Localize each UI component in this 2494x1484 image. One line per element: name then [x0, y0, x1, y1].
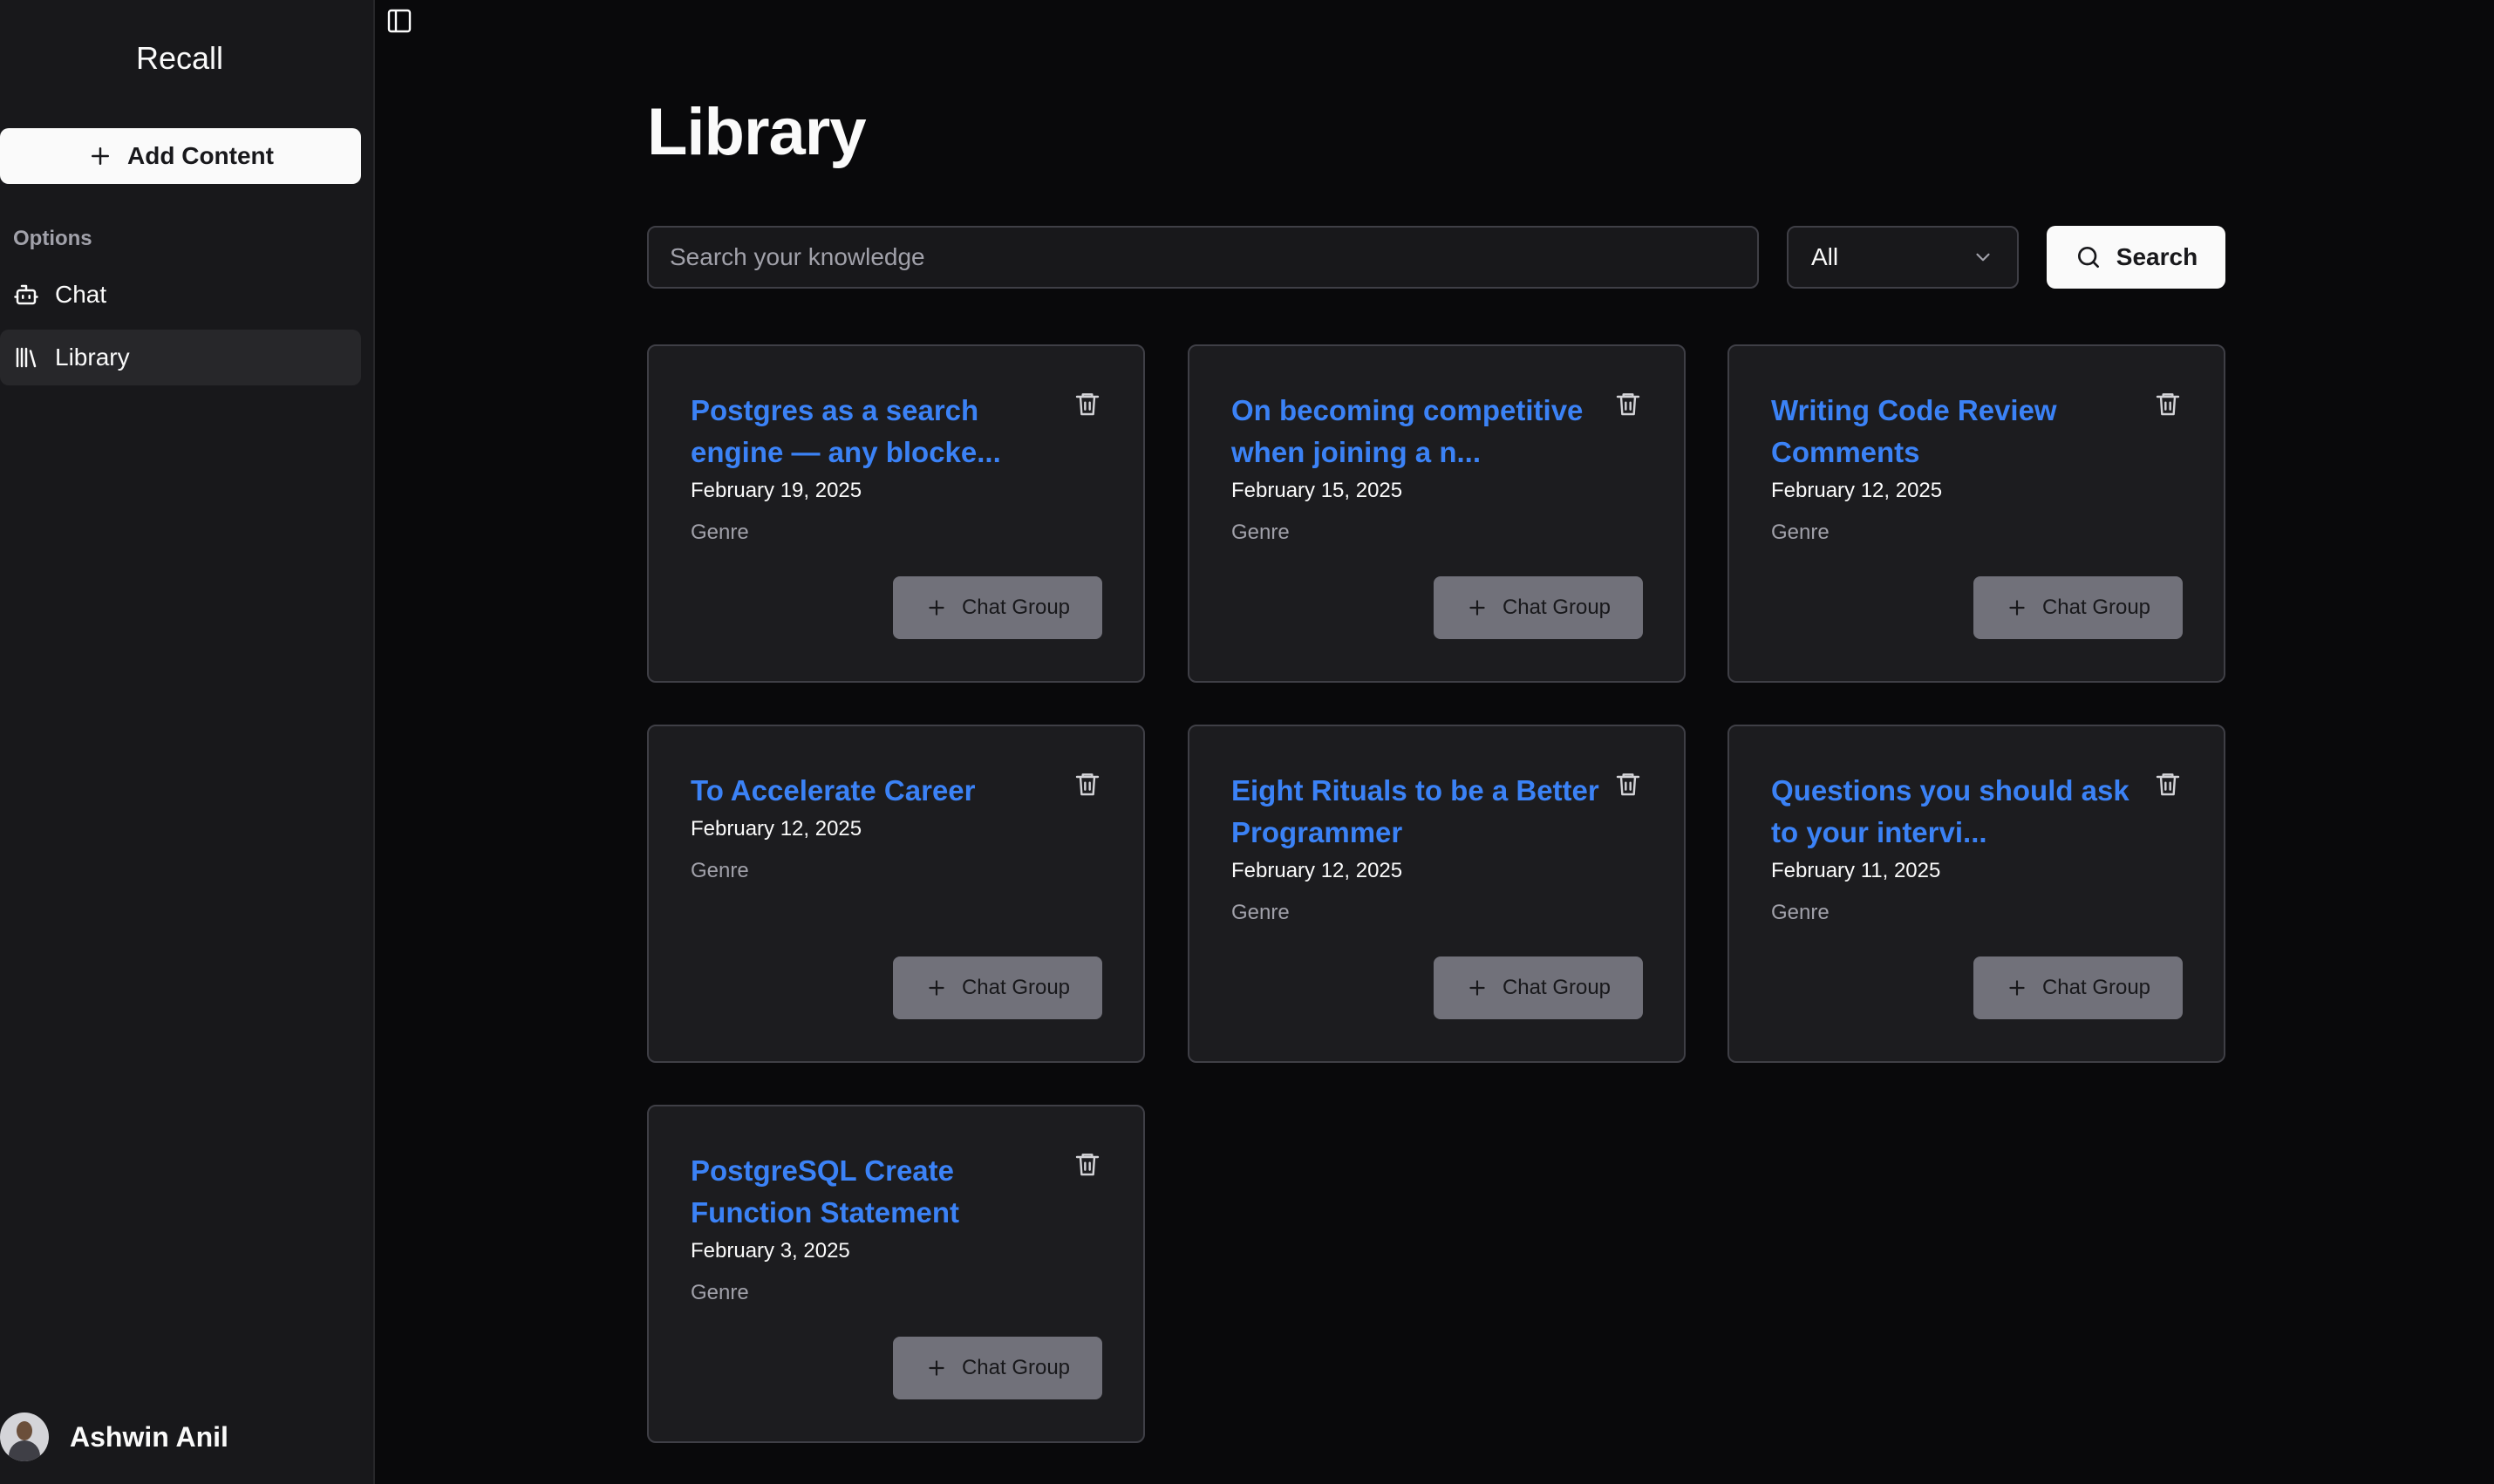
- plus-icon: [1469, 980, 1485, 996]
- card-genre: Genre: [691, 859, 749, 882]
- sidebar: Recall Add Content Options Chat Library …: [0, 0, 375, 1484]
- chat-group-button[interactable]: Chat Group: [1973, 956, 2183, 1019]
- sidebar-toggle-icon[interactable]: [385, 7, 413, 35]
- card-date: February 12, 2025: [691, 817, 862, 841]
- chat-group-label: Chat Group: [961, 1356, 1071, 1379]
- chat-group-label: Chat Group: [961, 596, 1071, 619]
- card-date: February 12, 2025: [1771, 479, 1943, 502]
- chevron-down-icon: [1976, 253, 1990, 262]
- plus-icon: [1469, 600, 1485, 616]
- search-button-label: Search: [2116, 243, 2198, 270]
- card-genre: Genre: [1771, 901, 1830, 924]
- trash-icon[interactable]: [1614, 768, 1642, 800]
- card-title-link[interactable]: Postgres as a search engine — any blocke…: [691, 390, 1074, 473]
- chat-group-label: Chat Group: [1502, 596, 1612, 619]
- sidebar-item-library[interactable]: Library: [0, 330, 361, 385]
- chat-group-button[interactable]: Chat Group: [893, 956, 1102, 1019]
- plus-icon: [2009, 600, 2025, 616]
- sidebar-item-label: Chat: [55, 281, 107, 308]
- options-section-label: Options: [13, 227, 92, 250]
- library-card: PostgreSQL Create Function Statement Feb…: [647, 1105, 1145, 1443]
- filter-select[interactable]: All: [1787, 226, 2019, 289]
- plus-icon: [929, 600, 944, 616]
- plus-icon: [929, 1360, 944, 1376]
- bot-icon: [14, 284, 38, 305]
- card-title-link[interactable]: Writing Code Review Comments: [1771, 390, 2155, 473]
- chat-group-button[interactable]: Chat Group: [893, 1337, 1102, 1399]
- card-title-link[interactable]: Questions you should ask to your intervi…: [1771, 770, 2155, 854]
- library-card: Writing Code Review Comments February 12…: [1727, 344, 2225, 683]
- chat-group-button[interactable]: Chat Group: [893, 576, 1102, 639]
- chat-group-button[interactable]: Chat Group: [1434, 576, 1643, 639]
- plus-icon: [2009, 980, 2025, 996]
- plus-icon: [92, 147, 110, 165]
- add-content-button[interactable]: Add Content: [0, 128, 361, 184]
- avatar: [0, 1413, 49, 1461]
- card-date: February 15, 2025: [1231, 479, 1403, 502]
- card-genre: Genre: [691, 521, 749, 544]
- trash-icon[interactable]: [2154, 768, 2182, 800]
- user-name: Ashwin Anil: [70, 1420, 228, 1453]
- chat-group-button[interactable]: Chat Group: [1973, 576, 2183, 639]
- chat-group-label: Chat Group: [961, 976, 1071, 999]
- card-title-link[interactable]: To Accelerate Career: [691, 770, 1074, 812]
- card-date: February 12, 2025: [1231, 859, 1403, 882]
- search-icon: [2077, 247, 2099, 268]
- card-genre: Genre: [1231, 901, 1290, 924]
- trash-icon[interactable]: [1073, 1148, 1101, 1180]
- card-date: February 11, 2025: [1771, 859, 1941, 882]
- card-genre: Genre: [1231, 521, 1290, 544]
- library-card: To Accelerate Career February 12, 2025 G…: [647, 725, 1145, 1063]
- chat-group-label: Chat Group: [1502, 976, 1612, 999]
- search-input[interactable]: [647, 226, 1759, 289]
- chat-group-button[interactable]: Chat Group: [1434, 956, 1643, 1019]
- library-card: Postgres as a search engine — any blocke…: [647, 344, 1145, 683]
- trash-icon[interactable]: [1073, 388, 1101, 419]
- app-title: Recall: [135, 40, 224, 76]
- trash-icon[interactable]: [1614, 388, 1642, 419]
- trash-icon[interactable]: [1073, 768, 1101, 800]
- card-title-link[interactable]: On becoming competitive when joining a n…: [1231, 390, 1615, 473]
- sidebar-item-chat[interactable]: Chat: [0, 267, 361, 323]
- add-content-label: Add Content: [127, 142, 274, 169]
- user-profile[interactable]: Ashwin Anil: [0, 1413, 228, 1461]
- card-title-link[interactable]: Eight Rituals to be a Better Programmer: [1231, 770, 1615, 854]
- library-card: Eight Rituals to be a Better Programmer …: [1188, 725, 1686, 1063]
- library-card: On becoming competitive when joining a n…: [1188, 344, 1686, 683]
- search-button[interactable]: Search: [2047, 226, 2225, 289]
- library-card: Questions you should ask to your intervi…: [1727, 725, 2225, 1063]
- chat-group-label: Chat Group: [2041, 976, 2151, 999]
- filter-selected-value: All: [1811, 243, 1839, 270]
- plus-icon: [929, 980, 944, 996]
- card-genre: Genre: [691, 1281, 749, 1304]
- card-title-link[interactable]: PostgreSQL Create Function Statement: [691, 1150, 1074, 1234]
- card-date: February 3, 2025: [691, 1239, 850, 1263]
- sidebar-item-label: Library: [55, 344, 130, 371]
- page-title: Library: [647, 95, 867, 169]
- card-date: February 19, 2025: [691, 479, 862, 502]
- library-icon: [16, 347, 37, 368]
- card-genre: Genre: [1771, 521, 1830, 544]
- chat-group-label: Chat Group: [2041, 596, 2151, 619]
- trash-icon[interactable]: [2154, 388, 2182, 419]
